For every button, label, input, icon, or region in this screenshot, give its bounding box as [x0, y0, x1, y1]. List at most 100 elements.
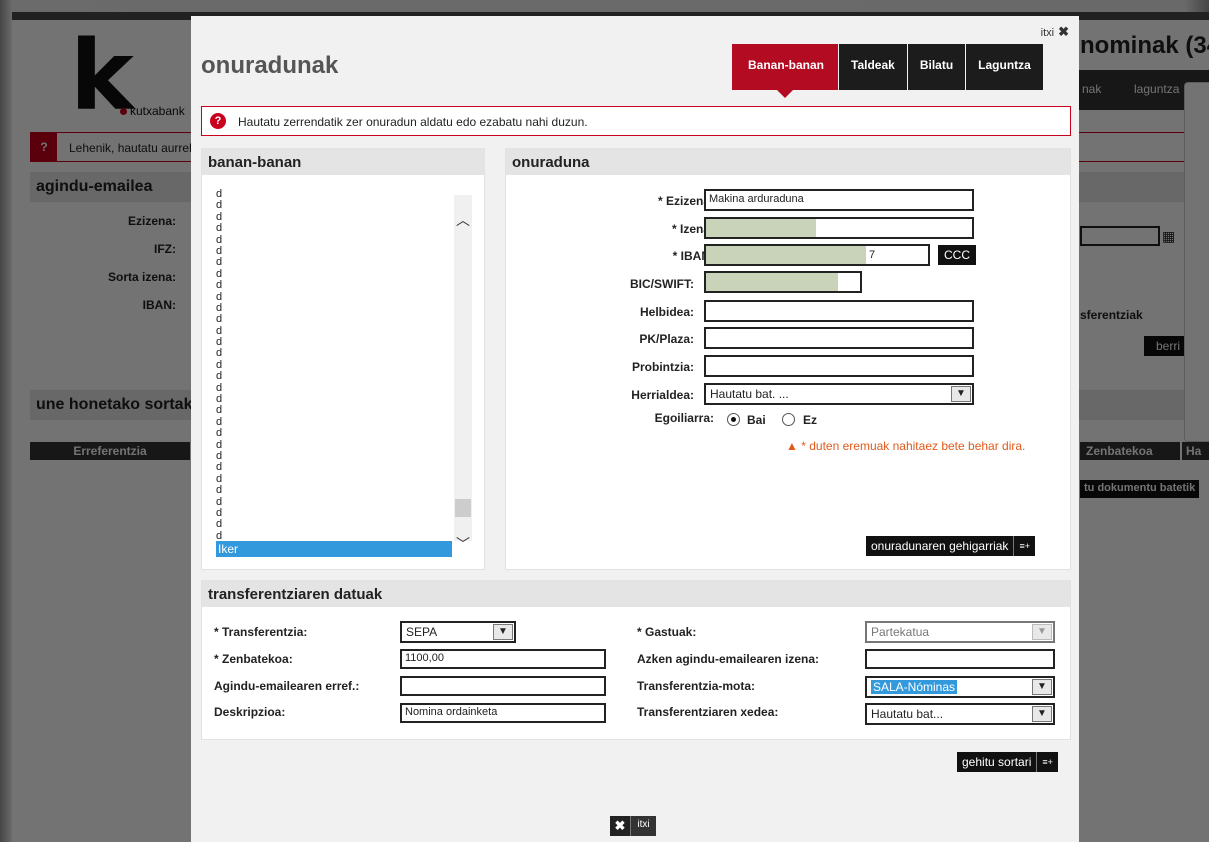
radio-ez-label: Ez: [803, 413, 818, 427]
chevron-up-icon[interactable]: ︿: [456, 213, 470, 227]
gastuak-value: Partekatua: [871, 625, 930, 639]
xedea-select[interactable]: Hautatu bat... ▼: [865, 703, 1055, 725]
list-item-selected[interactable]: Iker: [216, 541, 452, 557]
list-item[interactable]: d: [216, 291, 472, 303]
list-item[interactable]: d: [216, 519, 472, 530]
transferentzia-value: SEPA: [406, 625, 438, 639]
close-bottom-button[interactable]: ✖ itxi: [610, 816, 656, 836]
close-icon: ✖: [1058, 24, 1069, 39]
list-item[interactable]: d: [216, 371, 472, 382]
list-item[interactable]: d: [216, 405, 472, 416]
chevron-down-icon[interactable]: ▼: [951, 386, 971, 402]
radio-bai-label: Bai: [747, 413, 766, 427]
list-item[interactable]: d: [216, 211, 472, 223]
list-item[interactable]: d: [216, 496, 472, 508]
close-top-label: itxi: [1040, 27, 1055, 39]
list-item[interactable]: d: [216, 245, 472, 257]
background-document-button[interactable]: tu dokumentu batetik: [1080, 480, 1200, 498]
list-item[interactable]: d: [216, 484, 472, 496]
list-item[interactable]: d: [216, 359, 472, 371]
ccc-button[interactable]: CCC: [938, 245, 976, 265]
radio-bai[interactable]: [727, 413, 740, 426]
ezizena-input[interactable]: Makina arduraduna: [704, 189, 974, 211]
list-item[interactable]: d: [216, 393, 472, 405]
list-item[interactable]: d: [216, 473, 472, 485]
iban-label: * IBAN:: [672, 249, 714, 263]
page-title: nominak (34-1: [1080, 32, 1209, 59]
list-item[interactable]: d: [216, 416, 472, 428]
xedea-value: Hautatu bat...: [871, 707, 944, 721]
tab-banan-banan[interactable]: Banan-banan: [732, 44, 839, 98]
bic-input[interactable]: [704, 271, 862, 293]
onuradunak-modal: itxi ✖ onuradunak Banan-banan Taldeak Bil…: [191, 16, 1079, 842]
probintzia-label: Probintzia:: [632, 360, 694, 374]
iban-visible-digit: 7: [869, 249, 876, 261]
pk-label: PK/Plaza:: [639, 332, 694, 346]
list-item[interactable]: d: [216, 234, 472, 246]
chevron-down-icon[interactable]: ▼: [1032, 706, 1052, 722]
tab-bilatu[interactable]: Bilatu: [907, 44, 966, 90]
add-to-batch-button[interactable]: gehitu sortari ≡+: [957, 752, 1058, 772]
list-item[interactable]: d: [216, 507, 472, 519]
chevron-down-icon[interactable]: ▼: [1032, 624, 1052, 640]
list-item[interactable]: d: [216, 200, 472, 211]
modal-tabs: Banan-banan Taldeak Bilatu Laguntza: [732, 44, 1044, 98]
tab-laguntza[interactable]: Laguntza: [966, 44, 1043, 90]
herrialdea-select[interactable]: Hautatu bat. ... ▼: [704, 383, 974, 405]
helbidea-input[interactable]: [704, 300, 974, 322]
azken-label: Azken agindu-emailearen izena:: [637, 652, 820, 666]
info-bar: ? Hautatu zerrendatik zer onuradun aldat…: [201, 106, 1071, 136]
tab-nak[interactable]: nak: [1082, 82, 1101, 96]
deskripzioa-input[interactable]: Nomina ordainketa: [400, 703, 606, 723]
pk-input[interactable]: [704, 327, 974, 349]
probintzia-input[interactable]: [704, 355, 974, 377]
list-scrollbar[interactable]: ︿ ﹀: [454, 195, 472, 551]
list-item[interactable]: d: [216, 222, 472, 234]
help-icon: ?: [31, 133, 57, 161]
expand-icon: ≡+: [1036, 752, 1058, 772]
helbidea-label: Helbidea:: [639, 305, 694, 319]
extra-info-button[interactable]: onuradunaren gehigarriak ≡+: [866, 536, 1035, 556]
list-item[interactable]: d: [216, 279, 472, 291]
radio-ez[interactable]: [782, 413, 795, 426]
list-panel-title: banan-banan: [202, 149, 484, 175]
chevron-down-icon[interactable]: ﹀: [456, 537, 470, 551]
beneficiary-list[interactable]: ddddddddddddddddddddddddddddddd Iker ︿ ﹀: [216, 189, 472, 561]
list-item[interactable]: d: [216, 450, 472, 462]
zenbatekoa-input[interactable]: 1100,00: [400, 649, 606, 669]
zenbatekoa-label: * Zenbatekoa:: [214, 652, 293, 666]
gastuak-select[interactable]: Partekatua ▼: [865, 621, 1055, 643]
scrollbar-thumb[interactable]: [455, 499, 471, 517]
list-item[interactable]: d: [216, 462, 472, 473]
list-item[interactable]: d: [216, 348, 472, 359]
deskripzioa-label: Deskripzioa:: [214, 705, 286, 719]
gastuak-label: * Gastuak:: [637, 625, 697, 639]
azken-input[interactable]: [865, 649, 1055, 669]
list-item[interactable]: d: [216, 382, 472, 394]
tab-laguntza[interactable]: laguntza: [1134, 82, 1179, 96]
iban-input[interactable]: 7: [704, 244, 930, 266]
tab-taldeak[interactable]: Taldeak: [839, 44, 907, 90]
background-date-input[interactable]: [1080, 226, 1160, 246]
close-top-button[interactable]: itxi ✖: [1041, 24, 1069, 40]
izena-input[interactable]: [704, 217, 974, 239]
list-item[interactable]: d: [216, 336, 472, 348]
list-item[interactable]: d: [216, 428, 472, 439]
list-item[interactable]: d: [216, 302, 472, 314]
mota-select[interactable]: SALA-Nóminas ▼: [865, 676, 1055, 698]
transfer-panel-title: transferentziaren datuak: [202, 581, 1070, 607]
list-item[interactable]: d: [216, 439, 472, 451]
erref-input[interactable]: [400, 676, 606, 696]
transferentzia-select[interactable]: SEPA ▼: [400, 621, 516, 643]
chevron-down-icon[interactable]: ▼: [1032, 679, 1052, 695]
close-bottom-label: itxi: [630, 816, 656, 836]
list-item[interactable]: d: [216, 257, 472, 268]
list-item[interactable]: d: [216, 268, 472, 280]
chevron-down-icon[interactable]: ▼: [493, 624, 513, 640]
logo-text: kutxabank: [130, 104, 185, 118]
list-item[interactable]: d: [216, 314, 472, 325]
list-item[interactable]: d: [216, 325, 472, 337]
logo-dot: [120, 108, 127, 115]
calendar-icon[interactable]: ▦: [1162, 228, 1175, 245]
list-item[interactable]: d: [216, 189, 472, 200]
